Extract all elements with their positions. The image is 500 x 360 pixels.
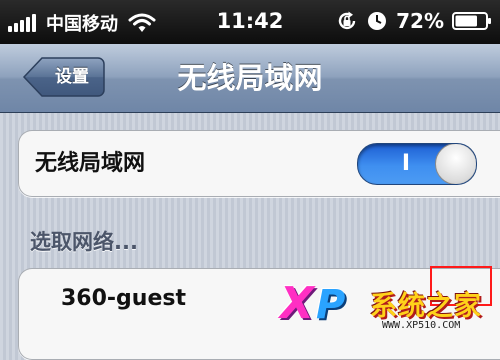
alarm-icon <box>368 12 387 30</box>
watermark-x-letter: X <box>280 278 314 329</box>
back-button[interactable]: 设置 <box>22 56 106 98</box>
battery-percent: 72% <box>396 9 444 33</box>
watermark-p-letter: P <box>316 282 346 328</box>
watermark-logo: X P 系统之家 WWW.XP510.COM <box>280 278 500 337</box>
choose-network-header: 选取网络... <box>30 230 138 254</box>
network-name: 360-guest <box>61 286 186 311</box>
wifi-toggle-row: 无线局域网 I <box>18 130 500 197</box>
battery-icon <box>452 12 491 30</box>
navigation-bar: 无线局域网 设置 <box>0 44 500 113</box>
rotation-lock-icon <box>338 11 356 30</box>
watermark-brand: 系统之家 <box>370 291 482 322</box>
status-bar: 中国移动 11:42 72% <box>0 0 500 44</box>
toggle-knob <box>435 144 476 184</box>
wifi-toggle-label: 无线局域网 <box>35 151 146 176</box>
wifi-toggle-switch[interactable]: I <box>357 143 477 185</box>
watermark-url: WWW.XP510.COM <box>382 320 461 331</box>
toggle-on-text: I <box>401 151 411 176</box>
back-button-label: 设置 <box>55 67 89 87</box>
status-bar-right: 72% <box>336 9 492 33</box>
